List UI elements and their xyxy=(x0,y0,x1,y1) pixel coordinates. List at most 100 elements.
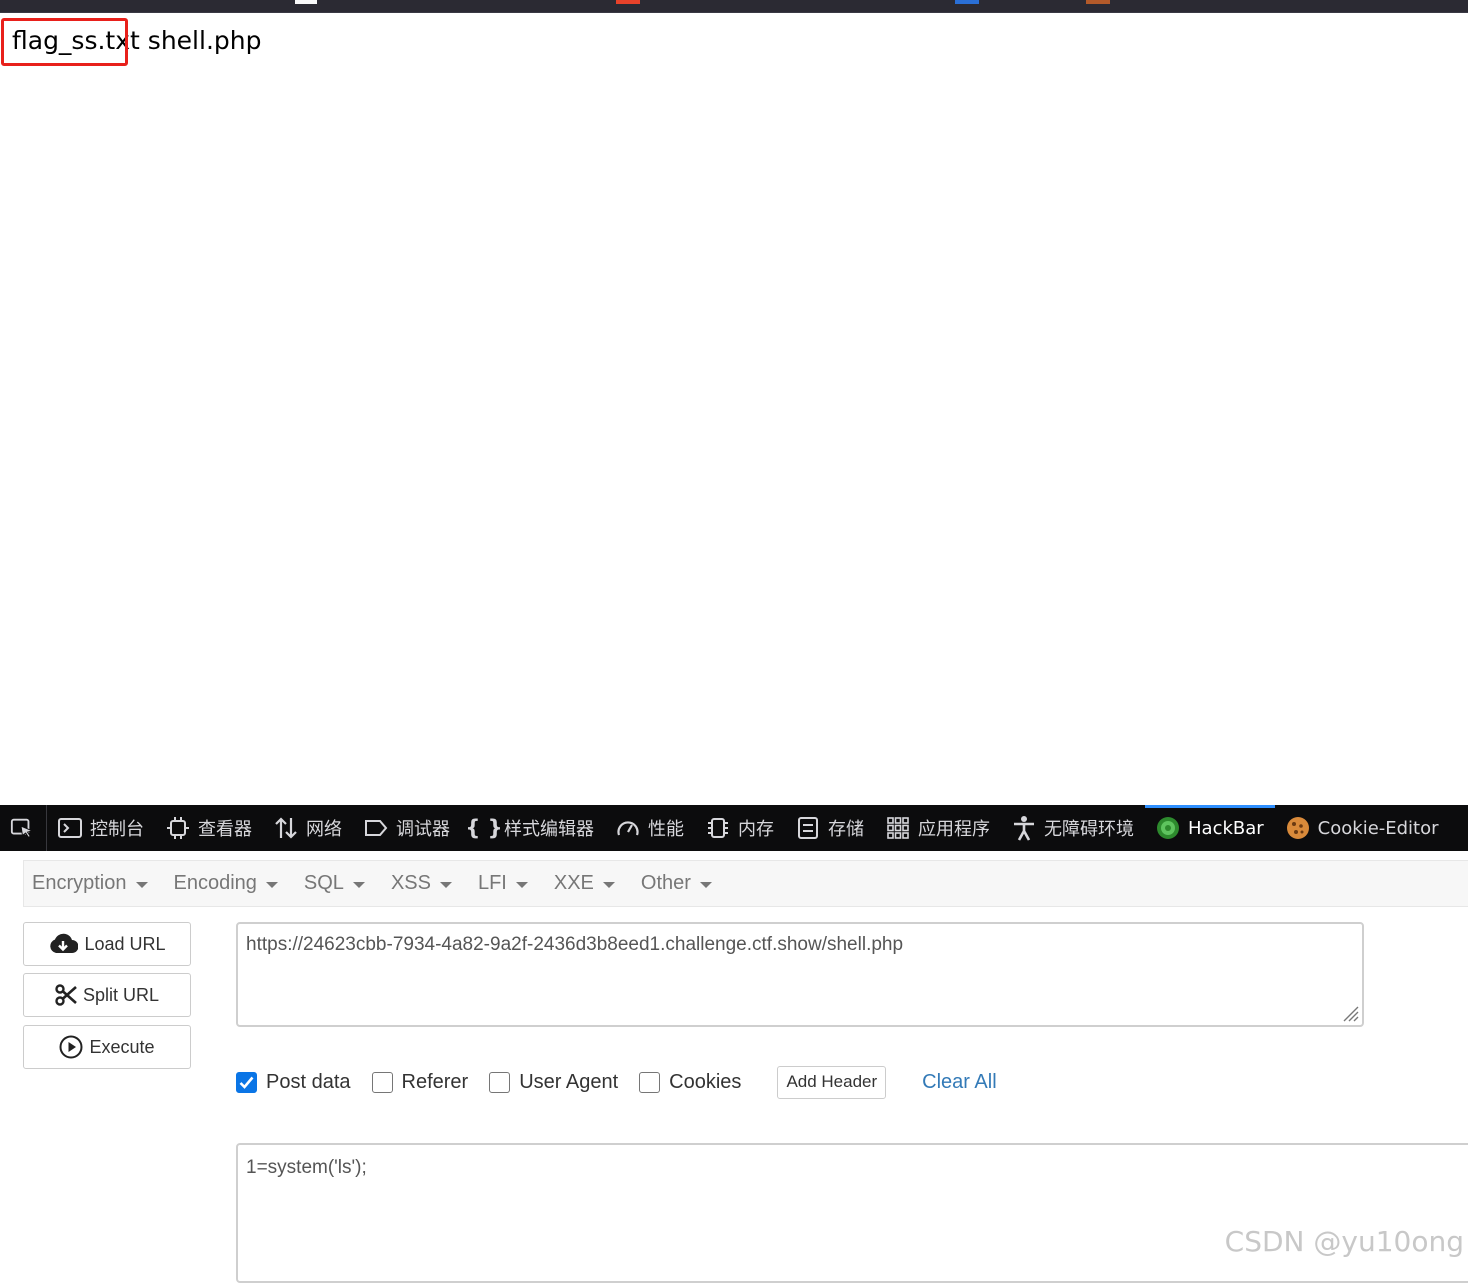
resize-grip-icon[interactable] xyxy=(1339,1002,1359,1022)
hackbar-panel: Encryption Encoding SQL XSS LFI XXE Othe… xyxy=(0,851,1468,1283)
element-picker-icon xyxy=(10,816,34,840)
user-agent-checkbox[interactable] xyxy=(489,1071,511,1093)
menu-other[interactable]: Other xyxy=(641,872,712,895)
style-editor-icon: { } xyxy=(465,816,503,840)
scissors-icon xyxy=(55,984,77,1006)
tab-network[interactable]: 网络 xyxy=(263,805,353,851)
output-file-shell: shell.php xyxy=(147,26,262,55)
page-content: flag_ss.txt shell.php xyxy=(0,13,1468,805)
tab-favicon xyxy=(1086,0,1110,4)
referer-option[interactable]: Referer xyxy=(371,1070,469,1094)
post-data-checkbox[interactable] xyxy=(236,1071,257,1093)
menu-sql[interactable]: SQL xyxy=(304,872,365,895)
application-icon xyxy=(886,816,910,840)
tab-performance[interactable]: 性能 xyxy=(605,805,695,851)
options-row: Post data Referer User Agent Cookies Add… xyxy=(236,1065,997,1099)
debugger-icon xyxy=(364,816,388,840)
tab-favicon xyxy=(295,0,317,4)
menu-label: Encoding xyxy=(173,872,257,894)
user-agent-label: User Agent xyxy=(519,1070,619,1093)
accessibility-icon xyxy=(1012,816,1036,841)
execute-button[interactable]: Execute xyxy=(23,1025,191,1069)
tab-accessibility[interactable]: 无障碍环境 xyxy=(1001,805,1145,851)
tab-label: 样式编辑器 xyxy=(504,819,594,840)
devtools-tab-bar: 控制台 查看器 网络 调试器 { } 样式编辑器 性能 内存 存储 应用程序 无… xyxy=(0,805,1468,851)
url-textarea[interactable]: https://24623cbb-7934-4a82-9a2f-2436d3b8… xyxy=(236,922,1364,1027)
cookies-label: Cookies xyxy=(669,1070,742,1093)
menu-label: XSS xyxy=(390,872,431,894)
menu-label: Encryption xyxy=(32,872,127,894)
split-url-button[interactable]: Split URL xyxy=(23,973,191,1017)
tab-label: 应用程序 xyxy=(918,819,990,840)
tab-label: 存储 xyxy=(828,819,864,840)
url-value: https://24623cbb-7934-4a82-9a2f-2436d3b8… xyxy=(246,934,904,955)
caret-down-icon xyxy=(265,881,278,888)
tab-favicon xyxy=(955,0,979,4)
referer-checkbox[interactable] xyxy=(371,1071,393,1093)
tab-memory[interactable]: 内存 xyxy=(695,805,785,851)
tab-label: 查看器 xyxy=(198,819,252,840)
menu-xxe[interactable]: XXE xyxy=(554,872,615,895)
hackbar-icon xyxy=(1156,816,1180,840)
tab-label: HackBar xyxy=(1188,817,1264,839)
menu-encryption[interactable]: Encryption xyxy=(32,872,148,895)
caret-down-icon xyxy=(515,881,528,888)
tab-cookie-editor[interactable]: Cookie-Editor xyxy=(1275,805,1450,851)
load-url-button[interactable]: Load URL xyxy=(23,922,191,966)
play-circle-icon xyxy=(59,1035,83,1059)
tab-console[interactable]: 控制台 xyxy=(47,805,155,851)
tab-label: 网络 xyxy=(306,819,342,840)
tab-favicon xyxy=(616,0,640,4)
tab-label: 内存 xyxy=(738,819,774,840)
caret-down-icon xyxy=(135,881,148,888)
tab-inspector[interactable]: 查看器 xyxy=(155,805,263,851)
post-data-value: 1=system('ls'); xyxy=(246,1157,367,1178)
post-data-label: Post data xyxy=(266,1070,351,1093)
menu-label: LFI xyxy=(477,872,507,894)
tab-label: 无障碍环境 xyxy=(1044,819,1134,840)
split-url-label: Split URL xyxy=(82,984,160,1005)
post-data-option[interactable]: Post data xyxy=(236,1071,351,1094)
tab-debugger[interactable]: 调试器 xyxy=(353,805,461,851)
menu-lfi[interactable]: LFI xyxy=(478,872,528,895)
tab-application[interactable]: 应用程序 xyxy=(875,805,1001,851)
tab-style-editor[interactable]: { } 样式编辑器 xyxy=(461,805,605,851)
cloud-download-icon xyxy=(48,933,79,955)
browser-top-strip xyxy=(0,0,1468,13)
menu-encoding[interactable]: Encoding xyxy=(174,872,278,895)
add-header-button[interactable]: Add Header xyxy=(777,1065,887,1099)
user-agent-option[interactable]: User Agent xyxy=(489,1071,618,1094)
hackbar-menubar: Encryption Encoding SQL XSS LFI XXE Othe… xyxy=(23,860,1468,907)
inspector-icon xyxy=(166,816,190,840)
post-data-textarea[interactable]: 1=system('ls'); xyxy=(236,1143,1468,1283)
storage-icon xyxy=(796,816,820,840)
tab-storage[interactable]: 存储 xyxy=(785,805,875,851)
caret-down-icon xyxy=(439,881,452,888)
element-picker-button[interactable] xyxy=(0,805,47,851)
tab-label: Cookie-Editor xyxy=(1317,817,1439,839)
tab-label: 调试器 xyxy=(396,819,450,840)
tab-label: 控制台 xyxy=(90,819,144,840)
menu-label: Other xyxy=(640,872,691,894)
cookie-icon xyxy=(1286,816,1310,840)
network-icon xyxy=(274,816,298,840)
highlight-box xyxy=(1,18,128,66)
caret-down-icon xyxy=(699,881,712,888)
cookies-checkbox[interactable] xyxy=(639,1071,661,1093)
load-url-label: Load URL xyxy=(84,933,166,954)
watermark: CSDN @yu10ong xyxy=(1224,1225,1464,1258)
performance-icon xyxy=(616,816,640,840)
memory-icon xyxy=(706,816,730,840)
caret-down-icon xyxy=(352,881,365,888)
menu-label: SQL xyxy=(303,872,344,894)
cookies-option[interactable]: Cookies xyxy=(639,1071,741,1094)
execute-label: Execute xyxy=(89,1036,155,1057)
tab-hackbar[interactable]: HackBar xyxy=(1145,805,1275,851)
referer-label: Referer xyxy=(401,1070,469,1093)
menu-xss[interactable]: XSS xyxy=(391,872,452,895)
caret-down-icon xyxy=(602,881,615,888)
clear-all-link[interactable]: Clear All xyxy=(922,1071,996,1094)
console-icon xyxy=(58,816,82,840)
menu-label: XXE xyxy=(553,872,594,894)
tab-label: 性能 xyxy=(648,819,684,840)
